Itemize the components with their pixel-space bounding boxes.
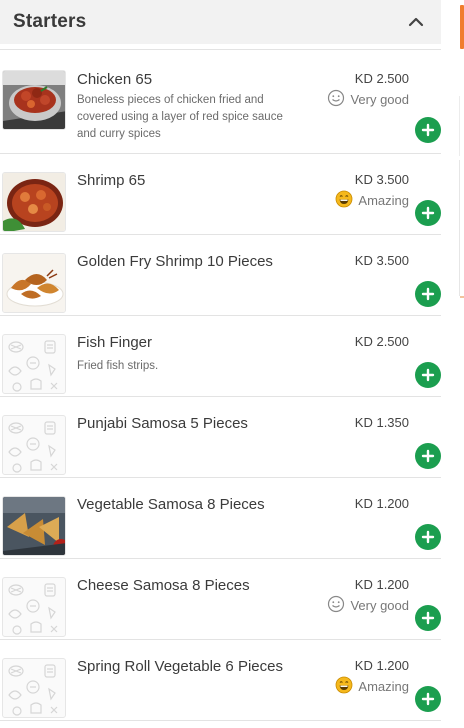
item-price: KD 2.500 [354,71,409,86]
add-to-cart-button[interactable] [415,281,441,307]
smile-outline-icon [327,89,345,110]
item-price: KD 1.200 [354,577,409,592]
menu-item[interactable]: Spring Roll Vegetable 6 Pieces KD 1.200 … [0,640,441,721]
item-name: Golden Fry Shrimp 10 Pieces [77,253,273,270]
adjacent-panel-edge [459,160,460,296]
smile-outline-icon [327,595,345,616]
item-description: Fried fish strips. [77,360,159,372]
rating-label: Amazing [358,193,409,208]
rating-label: Amazing [358,679,409,694]
item-name: Chicken 65 [77,71,153,88]
add-to-cart-button[interactable] [415,200,441,226]
placeholder-food-pattern[interactable] [2,415,66,475]
add-to-cart-button[interactable] [415,117,441,143]
item-rating: Amazing [335,190,409,211]
menu-item[interactable]: Punjabi Samosa 5 Pieces KD 1.350 [0,397,441,478]
add-to-cart-button[interactable] [415,443,441,469]
food-photo-fried-shrimp[interactable] [2,253,66,313]
item-name: Cheese Samosa 8 Pieces [77,577,250,594]
food-photo-shrimp-curry[interactable] [2,172,66,232]
menu-item-list: Chicken 65 Boneless pieces of chicken fr… [0,50,441,721]
menu-panel: Starters Chicken 65 Boneless pieces of c… [0,0,441,728]
item-rating: Amazing [335,676,409,697]
item-name: Shrimp 65 [77,172,146,189]
item-rating: Very good [327,89,409,110]
menu-item[interactable]: Fish Finger Fried fish strips. KD 2.500 [0,316,441,397]
item-price: KD 2.500 [354,334,409,349]
item-rating: Very good [327,595,409,616]
chevron-up-icon[interactable] [405,11,427,33]
item-name: Punjabi Samosa 5 Pieces [77,415,248,432]
adjacent-panel-accent [460,5,464,49]
grin-emoji-icon [335,190,353,211]
section-header-starters[interactable]: Starters [0,0,441,44]
menu-item[interactable]: Golden Fry Shrimp 10 Pieces KD 3.500 [0,235,441,316]
adjacent-panel-edge [460,296,464,298]
add-to-cart-button[interactable] [415,362,441,388]
rating-label: Very good [350,598,409,613]
grin-emoji-icon [335,676,353,697]
placeholder-food-pattern[interactable] [2,577,66,637]
menu-item[interactable]: Chicken 65 Boneless pieces of chicken fr… [0,50,441,154]
item-price: KD 1.350 [354,415,409,430]
add-to-cart-button[interactable] [415,524,441,550]
item-name: Fish Finger [77,334,153,351]
menu-item[interactable]: Vegetable Samosa 8 Pieces KD 1.200 [0,478,441,559]
item-name: Vegetable Samosa 8 Pieces [77,496,265,513]
item-name: Spring Roll Vegetable 6 Pieces [77,658,283,675]
item-price: KD 3.500 [354,172,409,187]
add-to-cart-button[interactable] [415,686,441,712]
placeholder-food-pattern[interactable] [2,658,66,718]
rating-label: Very good [350,92,409,107]
item-description: Boneless pieces of chicken fried and cov… [77,94,283,140]
section-title: Starters [13,11,87,32]
item-price: KD 1.200 [354,658,409,673]
add-to-cart-button[interactable] [415,605,441,631]
item-price: KD 1.200 [354,496,409,511]
food-photo-chicken[interactable] [2,70,66,130]
adjacent-panel-edge [459,96,460,156]
menu-item[interactable]: Cheese Samosa 8 Pieces KD 1.200 Very goo… [0,559,441,640]
menu-item[interactable]: Shrimp 65 KD 3.500 Amazing [0,154,441,235]
placeholder-food-pattern[interactable] [2,334,66,394]
item-price: KD 3.500 [354,253,409,268]
food-photo-samosa[interactable] [2,496,66,556]
